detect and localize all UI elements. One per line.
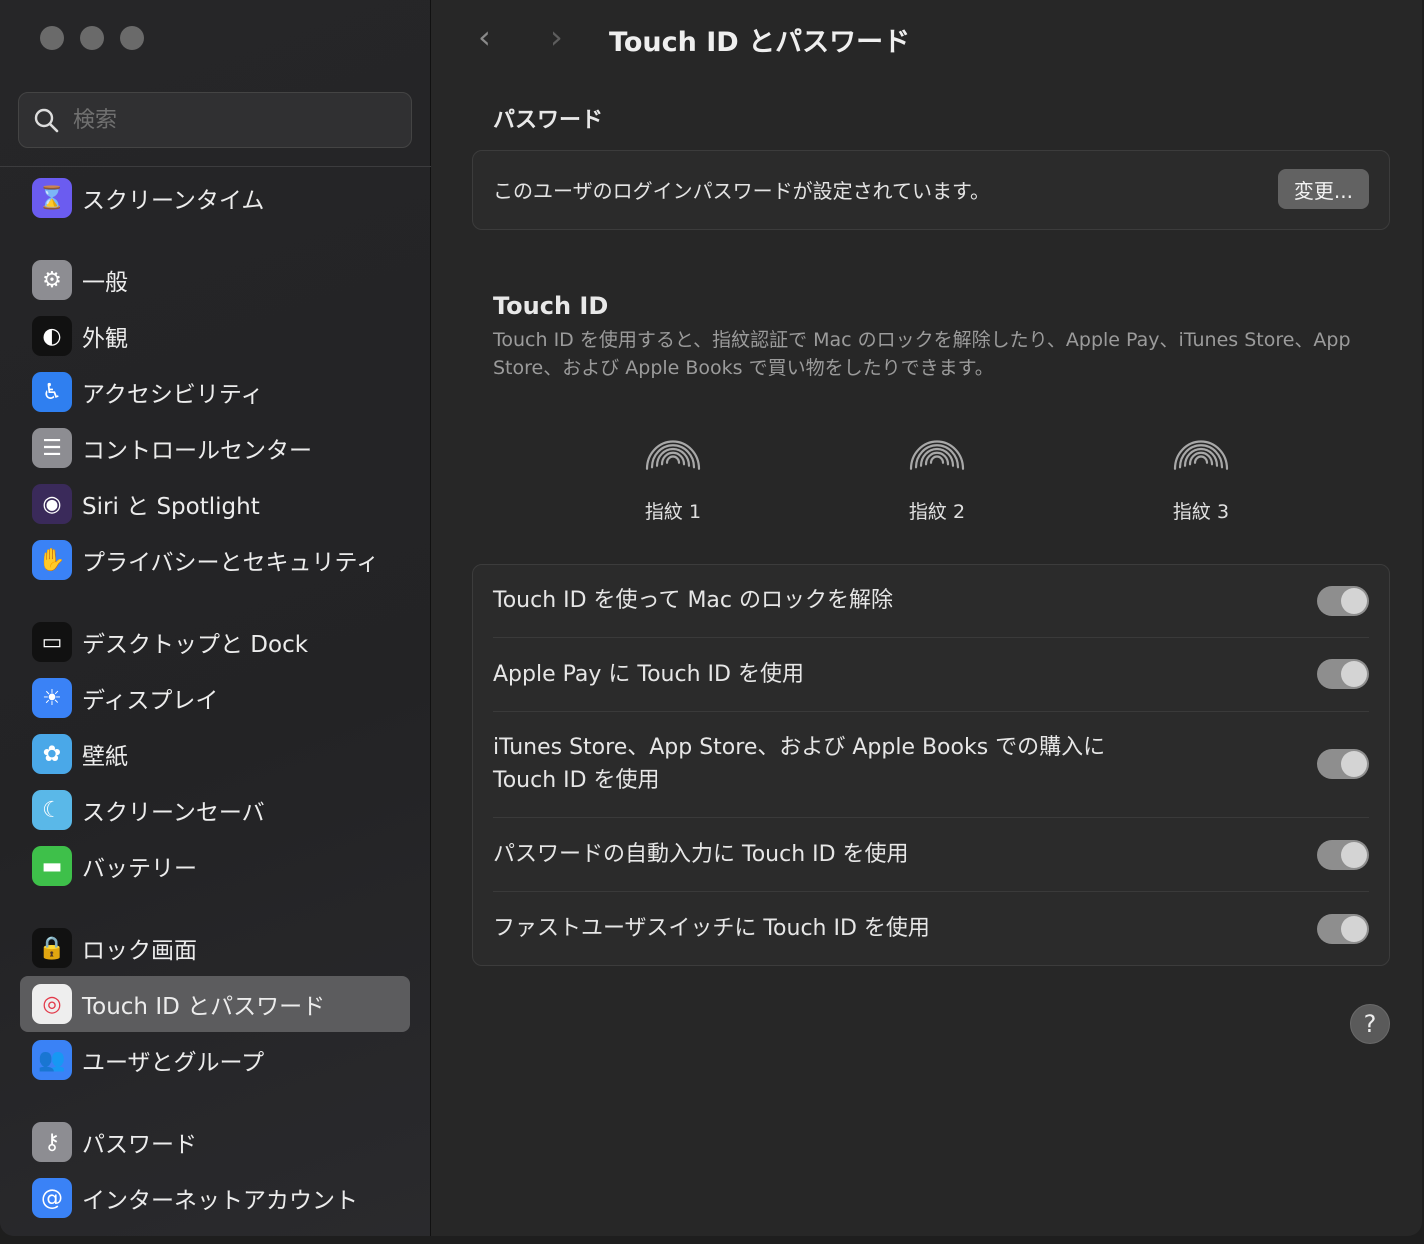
option-row: Apple Pay に Touch ID を使用 xyxy=(493,638,1369,712)
fingerprint-label: 指紋 3 xyxy=(1172,501,1230,523)
accessibility-icon: ♿ xyxy=(32,372,72,412)
sidebar-item[interactable]: ✋ プライバシーとセキュリティ xyxy=(20,532,410,588)
sidebar-item[interactable]: ⌛ スクリーンタイム xyxy=(20,170,410,226)
at-icon: @ xyxy=(32,1178,72,1218)
sidebar-item-label: ユーザとグループ xyxy=(82,1050,265,1076)
toggle-switch[interactable] xyxy=(1317,913,1369,944)
option-label: ファストユーザスイッチに Touch ID を使用 xyxy=(493,916,930,942)
sidebar-item-label: バッテリー xyxy=(82,856,197,882)
fingerprint-icon: ◎ xyxy=(32,984,72,1024)
option-label: Apple Pay に Touch ID を使用 xyxy=(493,661,804,687)
touchid-heading: Touch ID xyxy=(493,292,609,320)
fingerprint-icon xyxy=(1173,440,1229,470)
screensaver-icon: ☾ xyxy=(32,790,72,830)
search-icon xyxy=(34,108,59,133)
back-button[interactable]: ‹ xyxy=(478,18,491,56)
sidebar-item[interactable]: ✿ 壁紙 xyxy=(20,726,410,782)
forward-button[interactable]: › xyxy=(550,18,563,56)
divider xyxy=(0,166,431,167)
sidebar-item-label: Touch ID とパスワード xyxy=(82,994,326,1020)
sidebar-item-label: デスクトップと Dock xyxy=(82,632,309,658)
control-center-icon: ☰ xyxy=(32,428,72,468)
sidebar-item[interactable]: ♿ アクセシビリティ xyxy=(20,364,410,420)
search-input[interactable] xyxy=(73,107,373,133)
password-heading: パスワード xyxy=(493,108,604,133)
search-field[interactable] xyxy=(18,92,412,148)
sidebar-item[interactable]: ☰ コントロールセンター xyxy=(20,420,410,476)
sidebar: ⌛ スクリーンタイム ⚙ 一般 ◐ 外観 ♿ アクセシビリティ ☰ コントロールセンター ◉ Siri… xyxy=(0,0,431,1236)
sidebar-item-label: 外観 xyxy=(82,326,128,352)
sidebar-item-label: コントロールセンター xyxy=(82,438,312,464)
sidebar-item[interactable]: 👥 ユーザとグループ xyxy=(20,1032,410,1088)
close-button[interactable] xyxy=(40,26,64,50)
zoom-button[interactable] xyxy=(120,26,144,50)
settings-window: ⌛ スクリーンタイム ⚙ 一般 ◐ 外観 ♿ アクセシビリティ ☰ コントロールセンター ◉ Siri… xyxy=(0,0,1422,1236)
battery-icon: ▬ xyxy=(32,846,72,886)
fingerprint-icon xyxy=(909,440,965,470)
sun-icon: ☀ xyxy=(32,678,72,718)
sidebar-item-label: 壁紙 xyxy=(82,744,128,770)
fingerprint-label: 指紋 1 xyxy=(644,501,702,523)
toggle-switch[interactable] xyxy=(1317,659,1369,690)
toggle-switch[interactable] xyxy=(1317,839,1369,870)
main-pane: ‹ › Touch ID とパスワード パスワード このユーザのログインパスワー… xyxy=(432,0,1422,1236)
touchid-description: Touch ID を使用すると、指紋認証で Mac のロックを解除したり、App… xyxy=(493,329,1351,379)
sidebar-item-label: ロック画面 xyxy=(82,938,197,964)
option-row: パスワードの自動入力に Touch ID を使用 xyxy=(493,818,1369,893)
sidebar-item[interactable]: ☾ スクリーンセーバ xyxy=(20,782,410,838)
minimize-button[interactable] xyxy=(80,26,104,50)
option-row: iTunes Store、App Store、および Apple Books で… xyxy=(493,712,1369,819)
option-label: パスワードの自動入力に Touch ID を使用 xyxy=(493,842,909,868)
option-label: Touch ID を使って Mac のロックを解除 xyxy=(493,588,894,614)
page-title: Touch ID とパスワード xyxy=(609,27,911,58)
option-label: iTunes Store、App Store、および Apple Books で… xyxy=(493,735,1106,794)
sidebar-item[interactable]: ◐ 外観 xyxy=(20,308,410,364)
gear-icon: ⚙ xyxy=(32,260,72,300)
fingerprint-label: 指紋 2 xyxy=(908,501,966,523)
option-row: ファストユーザスイッチに Touch ID を使用 xyxy=(493,892,1369,965)
fingerprint-slot[interactable]: 指紋 1 xyxy=(613,425,733,524)
password-status: このユーザのログインパスワードが設定されています。 xyxy=(493,179,990,203)
toggle-switch[interactable] xyxy=(1317,749,1369,780)
hourglass-icon: ⌛ xyxy=(32,178,72,218)
sidebar-item[interactable]: 🔒 ロック画面 xyxy=(20,920,410,976)
lock-icon: 🔒 xyxy=(32,928,72,968)
window-controls xyxy=(40,26,144,50)
dock-icon: ▭ xyxy=(32,622,72,662)
touchid-options-card: Touch ID を使って Mac のロックを解除 Apple Pay に Tou… xyxy=(472,564,1390,966)
sidebar-item[interactable]: ⚷ パスワード xyxy=(20,1114,410,1170)
option-row: Touch ID を使って Mac のロックを解除 xyxy=(493,565,1369,638)
sidebar-list: ⌛ スクリーンタイム ⚙ 一般 ◐ 外観 ♿ アクセシビリティ ☰ コントロールセンター ◉ Siri… xyxy=(20,170,410,1226)
sidebar-item[interactable]: @ インターネットアカウント xyxy=(20,1170,410,1226)
siri-icon: ◉ xyxy=(32,484,72,524)
key-icon: ⚷ xyxy=(32,1122,72,1162)
sidebar-item-label: Siri と Spotlight xyxy=(82,494,260,520)
sidebar-item-label: ディスプレイ xyxy=(82,688,219,714)
help-button[interactable]: ? xyxy=(1350,1004,1390,1044)
sidebar-item[interactable]: ◎ Touch ID とパスワード xyxy=(20,976,410,1032)
sidebar-item-label: スクリーンタイム xyxy=(82,188,265,214)
sidebar-item[interactable]: ▬ バッテリー xyxy=(20,838,410,894)
sidebar-item-label: 一般 xyxy=(82,270,128,296)
sidebar-item-label: プライバシーとセキュリティ xyxy=(82,550,380,576)
fingerprint-slot[interactable]: 指紋 3 xyxy=(1141,425,1261,524)
fingerprint-slot[interactable]: 指紋 2 xyxy=(877,425,997,524)
hand-icon: ✋ xyxy=(32,540,72,580)
change-password-button[interactable]: 変更... xyxy=(1277,169,1369,209)
sidebar-item-label: インターネットアカウント xyxy=(82,1188,358,1214)
flower-icon: ✿ xyxy=(32,734,72,774)
sidebar-item-label: アクセシビリティ xyxy=(82,382,264,408)
sidebar-item[interactable]: ☀ ディスプレイ xyxy=(20,670,410,726)
sidebar-item-label: パスワード xyxy=(82,1132,197,1158)
sidebar-item[interactable]: ◉ Siri と Spotlight xyxy=(20,476,410,532)
users-icon: 👥 xyxy=(32,1040,72,1080)
appearance-icon: ◐ xyxy=(32,316,72,356)
sidebar-item[interactable]: ▭ デスクトップと Dock xyxy=(20,614,410,670)
password-card: このユーザのログインパスワードが設定されています。 変更... xyxy=(472,150,1390,230)
fingerprint-icon xyxy=(645,440,701,470)
toggle-switch[interactable] xyxy=(1317,585,1369,616)
sidebar-item-label: スクリーンセーバ xyxy=(82,800,265,826)
sidebar-item[interactable]: ⚙ 一般 xyxy=(20,252,410,308)
